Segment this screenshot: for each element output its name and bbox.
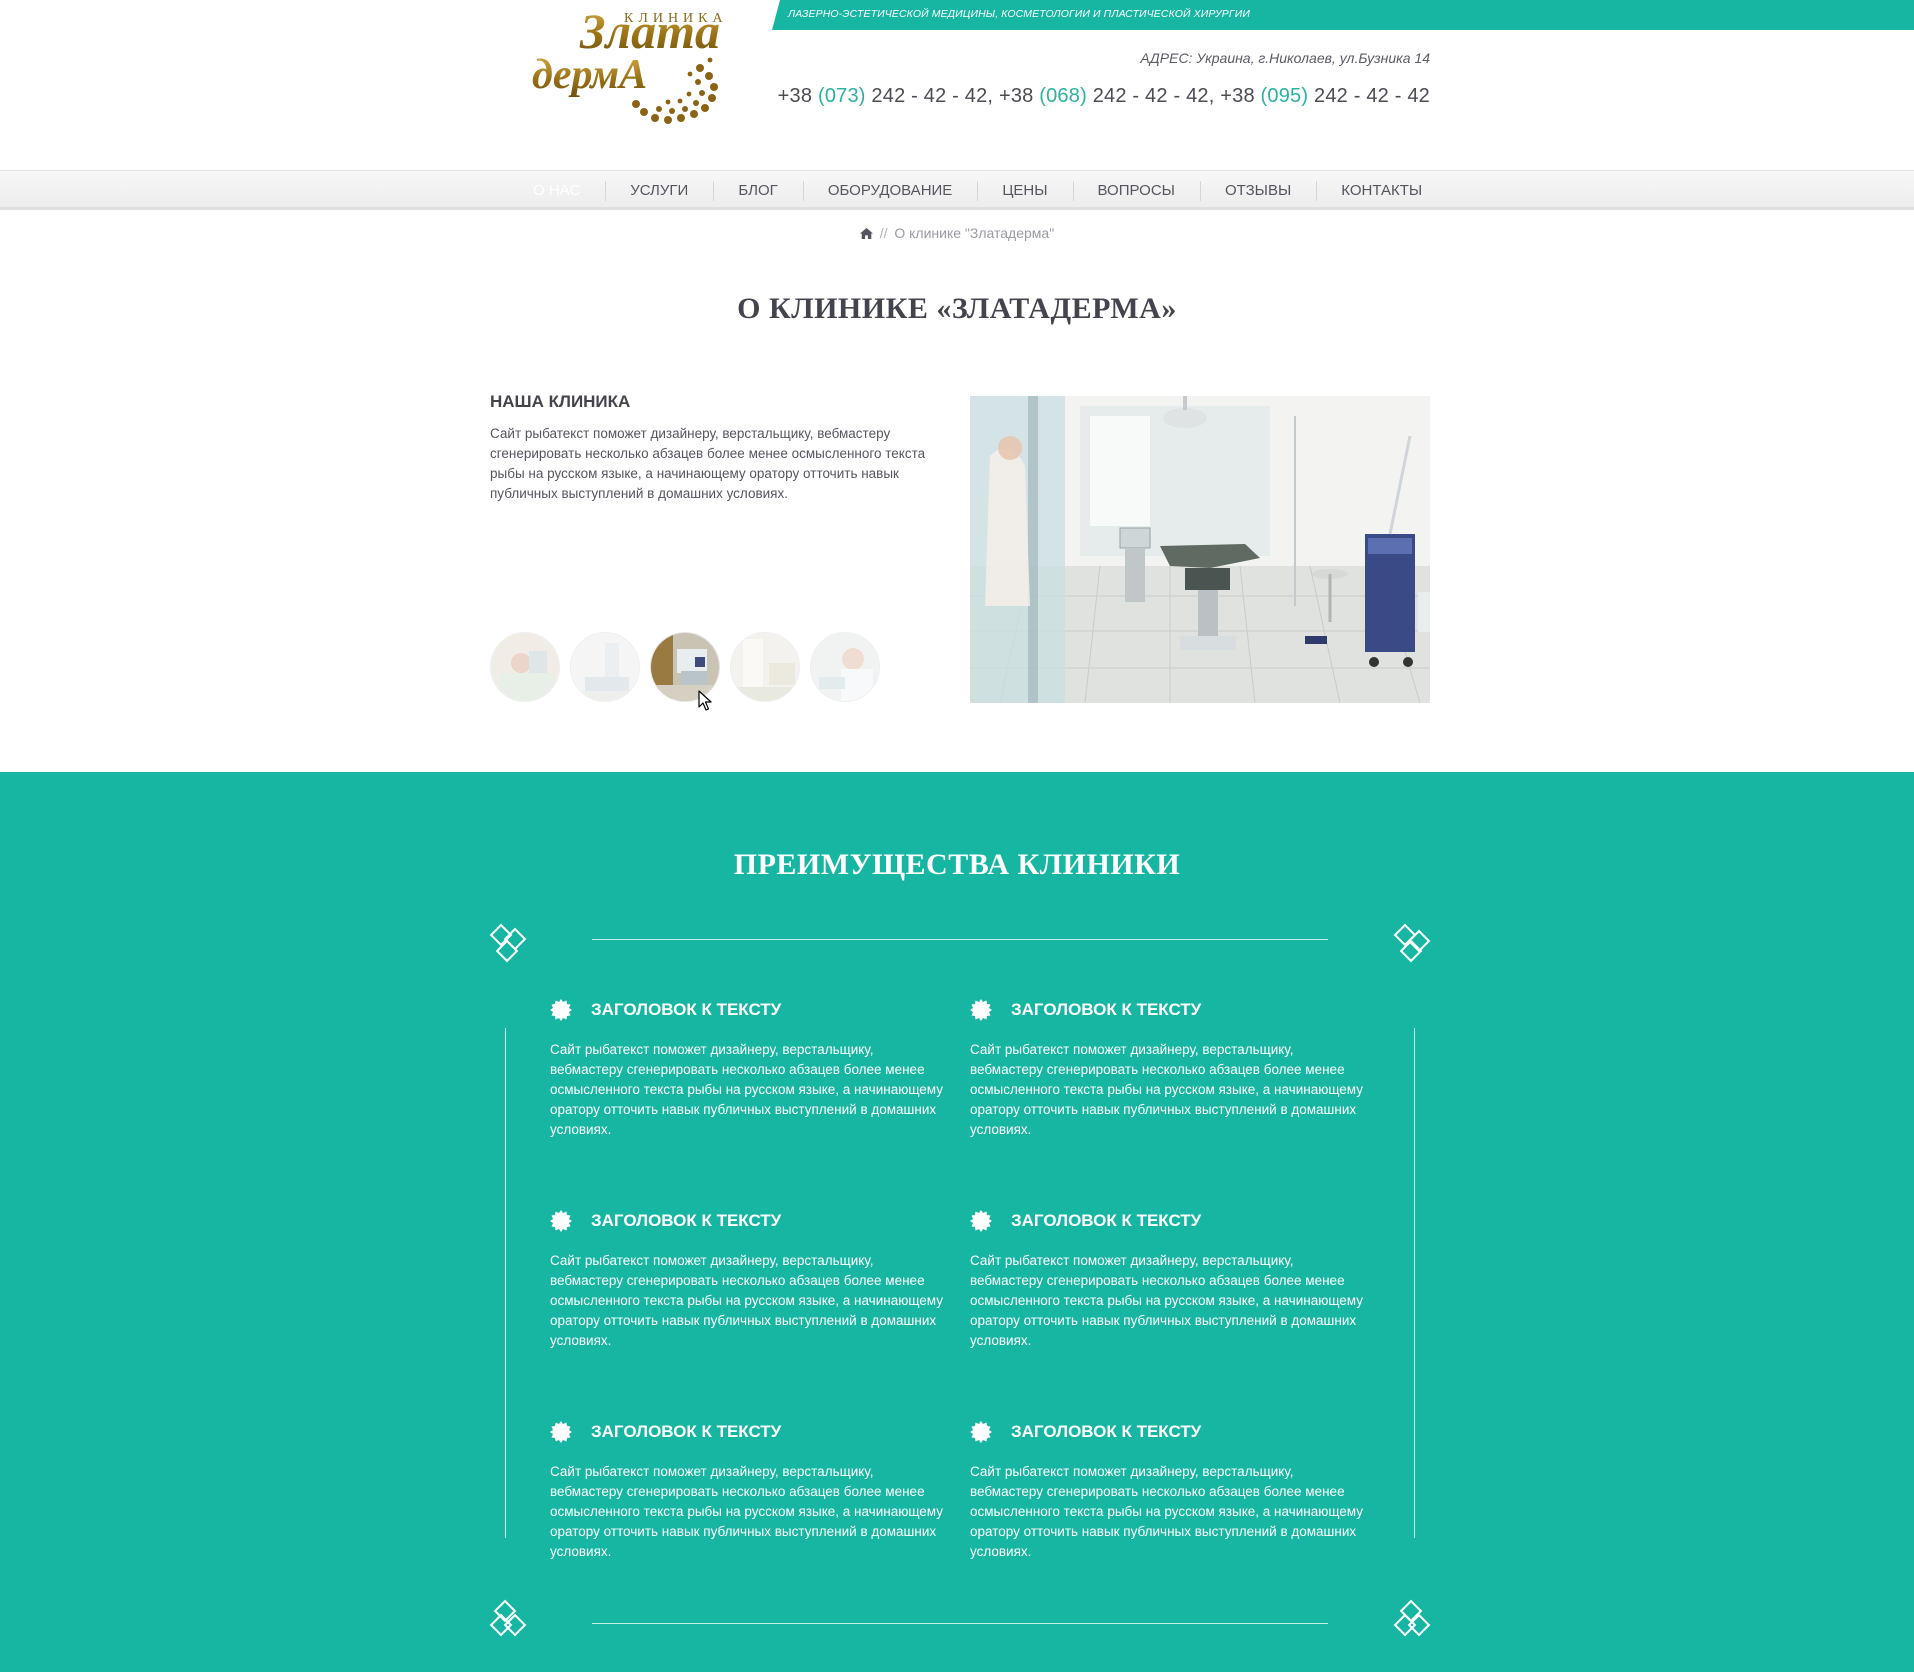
gallery-thumbnails [490, 632, 880, 702]
advantage-item: ЗАГОЛОВОК К ТЕКСТУ Сайт рыбатекст поможе… [550, 1209, 950, 1351]
advantages-title: ПРЕИМУЩЕСТВА КЛИНИКИ [733, 848, 1181, 881]
gallery-thumbnail[interactable] [490, 632, 560, 702]
nav-item-services[interactable]: УСЛУГИ [605, 171, 713, 211]
advantage-heading: ЗАГОЛОВОК К ТЕКСТУ [1011, 1000, 1202, 1019]
gallery-thumbnail[interactable] [730, 632, 800, 702]
breadcrumb-current: О клинике "Златадерма" [894, 225, 1055, 241]
breadcrumb: // О клинике "Златадерма" [0, 225, 1914, 242]
advantage-heading: ЗАГОЛОВОК К ТЕКСТУ [1011, 1211, 1202, 1230]
tagline: ЛАЗЕРНО-ЭСТЕТИЧЕСКОЙ МЕДИЦИНЫ, КОСМЕТОЛО… [788, 8, 1250, 20]
phone-numbers[interactable]: +38 (073) 242 - 42 - 42, +38 (068) 242 -… [778, 85, 1430, 108]
home-icon[interactable] [859, 226, 873, 242]
nav-item-equipment[interactable]: ОБОРУДОВАНИЕ [802, 171, 978, 211]
advantage-text: Сайт рыбатекст поможет дизайнеру, верста… [550, 1253, 943, 1348]
nav-item-prices[interactable]: ЦЕНЫ [977, 171, 1072, 211]
diamond-ornament-icon [488, 922, 534, 968]
advantage-text: Сайт рыбатекст поможет дизайнеру, верста… [970, 1464, 1363, 1559]
advantage-item: ЗАГОЛОВОК К ТЕКСТУ Сайт рыбатекст поможе… [550, 998, 950, 1140]
clinic-heading: НАША КЛИНИКА [490, 392, 631, 411]
divider-line-top [592, 939, 1328, 940]
divider-line-bottom [592, 1623, 1328, 1624]
nav-item-contacts[interactable]: КОНТАКТЫ [1316, 171, 1447, 211]
site-header: КЛИНИКА Злата дермА ЛАЗЕРНО-ЭСТЕТИЧЕСКОЙ… [0, 0, 1914, 170]
nav-menu: О НАС УСЛУГИ БЛОГ ОБОРУДОВАНИЕ ЦЕНЫ ВОПР… [508, 171, 1447, 211]
advantage-item: ЗАГОЛОВОК К ТЕКСТУ Сайт рыбатекст поможе… [550, 1420, 950, 1562]
main-nav: О НАС УСЛУГИ БЛОГ ОБОРУДОВАНИЕ ЦЕНЫ ВОПР… [0, 170, 1914, 210]
nav-item-reviews[interactable]: ОТЗЫВЫ [1199, 171, 1316, 211]
advantage-text: Сайт рыбатекст поможет дизайнеру, верста… [970, 1253, 1363, 1348]
badge-icon [970, 1210, 992, 1232]
advantage-item: ЗАГОЛОВОК К ТЕКСТУ Сайт рыбатекст поможе… [970, 1420, 1370, 1562]
advantage-heading: ЗАГОЛОВОК К ТЕКСТУ [591, 1422, 782, 1441]
frame-line-left [505, 1028, 506, 1538]
clinic-logo[interactable]: КЛИНИКА Злата дермА [528, 0, 738, 130]
logo-word-main-1: Злата [579, 3, 720, 59]
gallery-thumbnail[interactable] [570, 632, 640, 702]
clinic-main-photo[interactable] [970, 396, 1430, 703]
nav-item-blog[interactable]: БЛОГ [713, 171, 802, 211]
advantage-text: Сайт рыбатекст поможет дизайнеру, верста… [550, 1042, 943, 1137]
phone-3[interactable]: +38 (095) 242 - 42 - 42 [1214, 85, 1430, 107]
badge-icon [970, 999, 992, 1021]
advantage-heading: ЗАГОЛОВОК К ТЕКСТУ [1011, 1422, 1202, 1441]
advantage-text: Сайт рыбатекст поможет дизайнеру, верста… [970, 1042, 1363, 1137]
nav-item-questions[interactable]: ВОПРОСЫ [1072, 171, 1200, 211]
advantage-heading: ЗАГОЛОВОК К ТЕКСТУ [591, 1000, 782, 1019]
diamond-ornament-icon [488, 1598, 534, 1644]
page-title: О КЛИНИКЕ «ЗЛАТАДЕРМА» [737, 292, 1177, 325]
nav-item-about[interactable]: О НАС [508, 171, 605, 211]
phone-1[interactable]: +38 (073) 242 - 42 - 42, [778, 85, 994, 107]
diamond-ornament-icon [1386, 1598, 1432, 1644]
badge-icon [550, 999, 572, 1021]
mouse-cursor-icon [698, 690, 714, 717]
frame-line-right [1414, 1028, 1415, 1538]
logo-word-main-2: дермА [532, 52, 647, 98]
advantage-item: ЗАГОЛОВОК К ТЕКСТУ Сайт рыбатекст поможе… [970, 998, 1370, 1140]
advantage-text: Сайт рыбатекст поможет дизайнеру, верста… [550, 1464, 943, 1559]
badge-icon [550, 1421, 572, 1443]
clinic-description: Сайт рыбатекст поможет дизайнеру, верста… [490, 426, 926, 501]
diamond-ornament-icon [1386, 922, 1432, 968]
advantage-heading: ЗАГОЛОВОК К ТЕКСТУ [591, 1211, 782, 1230]
advantages-section: ПРЕИМУЩЕСТВА КЛИНИКИ ЗАГОЛОВОК К ТЕКСТУ … [0, 772, 1914, 1672]
gallery-thumbnail[interactable] [810, 632, 880, 702]
badge-icon [970, 1421, 992, 1443]
breadcrumb-separator: // [879, 225, 888, 241]
address: АДРЕС: Украина, г.Николаев, ул.Бузника 1… [1140, 50, 1430, 66]
advantage-item: ЗАГОЛОВОК К ТЕКСТУ Сайт рыбатекст поможе… [970, 1209, 1370, 1351]
phone-2[interactable]: +38 (068) 242 - 42 - 42, [993, 85, 1214, 107]
badge-icon [550, 1210, 572, 1232]
